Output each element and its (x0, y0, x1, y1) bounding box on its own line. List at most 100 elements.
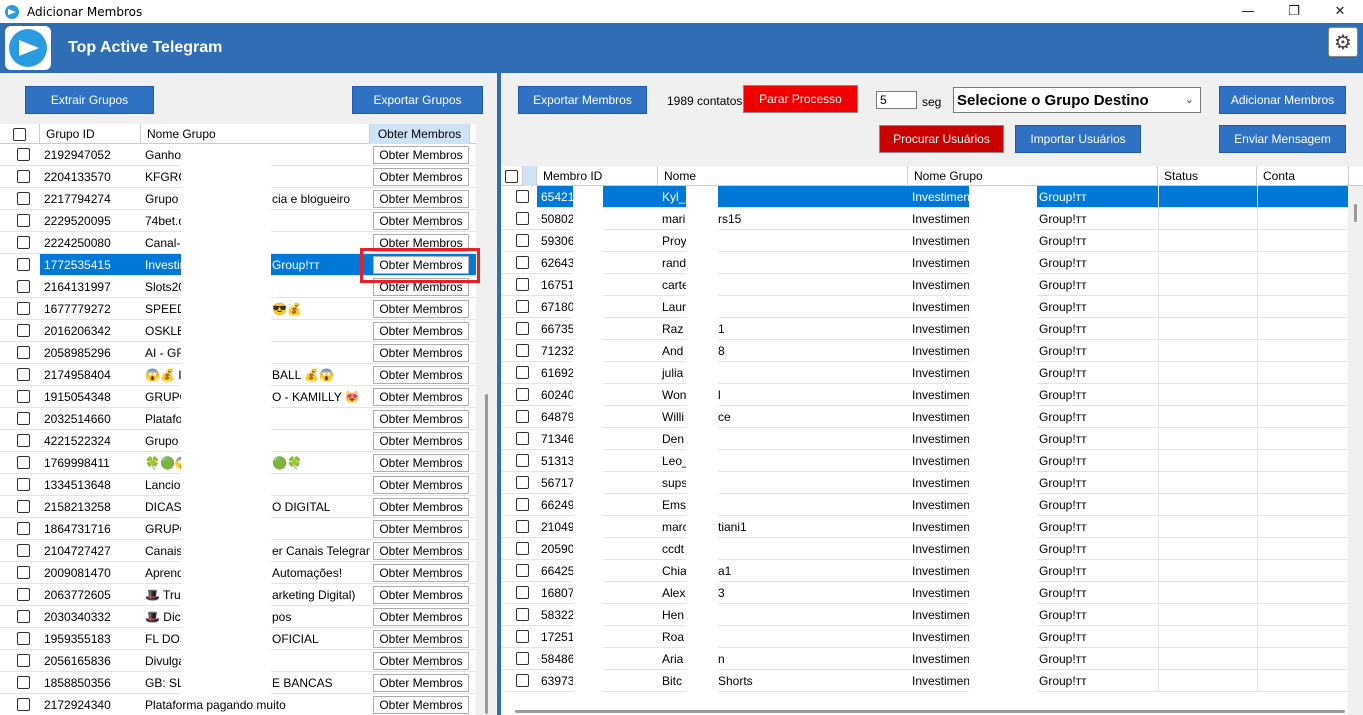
obter-membros-button[interactable]: Obter Membros (373, 410, 469, 428)
member-checkbox[interactable] (516, 674, 529, 687)
member-checkbox-cell[interactable] (501, 538, 537, 560)
row-checkbox[interactable] (16, 478, 30, 491)
member-checkbox[interactable] (516, 212, 529, 225)
member-checkbox-cell[interactable] (501, 296, 537, 318)
member-checkbox[interactable] (516, 542, 529, 555)
obter-membros-button[interactable]: Obter Membros (373, 674, 469, 692)
obter-membros-button[interactable]: Obter Membros (373, 586, 469, 604)
obter-membros-button[interactable]: Obter Membros (373, 630, 469, 648)
obter-membros-button[interactable]: Obter Membros (373, 696, 469, 714)
row-checkbox[interactable] (16, 500, 30, 513)
member-checkbox[interactable] (516, 586, 529, 599)
members-table-row[interactable]: 713461 Den Investimenti Group!ᴛᴛ (501, 427, 1348, 450)
member-checkbox[interactable] (516, 388, 529, 401)
select-all-checkbox[interactable] (13, 127, 26, 141)
obter-membros-button[interactable]: Obter Membros (373, 212, 469, 230)
member-checkbox[interactable] (516, 608, 529, 621)
members-table-row[interactable]: 712327 And 8 Investimenti Group!ᴛᴛ (501, 339, 1348, 362)
members-table-row[interactable]: 168078 Alex 3 Investimenti Group!ᴛᴛ (501, 581, 1348, 604)
member-checkbox-cell[interactable] (501, 208, 537, 230)
member-checkbox-cell[interactable] (501, 494, 537, 516)
row-checkbox[interactable] (16, 170, 30, 183)
row-checkbox[interactable] (16, 236, 30, 249)
row-checkbox-cell[interactable] (0, 562, 40, 584)
member-checkbox[interactable] (516, 564, 529, 577)
row-checkbox[interactable] (16, 676, 30, 689)
export-groups-button[interactable]: Exportar Grupos (352, 86, 483, 114)
row-checkbox[interactable] (16, 346, 30, 359)
obter-membros-button[interactable]: Obter Membros (373, 366, 469, 384)
seconds-input[interactable]: 5 (876, 91, 917, 109)
row-checkbox-cell[interactable] (0, 606, 40, 628)
members-table-row[interactable]: 626436 rand Investimenti Group!ᴛᴛ (501, 251, 1348, 274)
col-obter-membros[interactable]: Obter Membros (370, 124, 470, 144)
minimize-button[interactable]: — (1225, 0, 1271, 23)
row-checkbox-cell[interactable] (0, 540, 40, 562)
row-checkbox[interactable] (16, 434, 30, 447)
members-table-row[interactable]: 602401 Won l Investimenti Group!ᴛᴛ (501, 383, 1348, 406)
member-checkbox-cell[interactable] (501, 362, 537, 384)
maximize-button[interactable]: ❐ (1271, 0, 1317, 23)
row-checkbox[interactable] (16, 148, 30, 161)
obter-membros-button[interactable]: Obter Membros (373, 564, 469, 582)
members-select-all-checkbox[interactable] (505, 169, 518, 183)
member-checkbox-cell[interactable] (501, 560, 537, 582)
row-checkbox-cell[interactable] (0, 144, 40, 166)
member-checkbox-cell[interactable] (501, 384, 537, 406)
row-checkbox-cell[interactable] (0, 386, 40, 408)
member-checkbox-cell[interactable] (501, 428, 537, 450)
member-checkbox-cell[interactable] (501, 472, 537, 494)
members-table-row[interactable]: 648798 Willi ce Investimenti Group!ᴛᴛ (501, 405, 1348, 428)
obter-membros-button[interactable]: Obter Membros (373, 344, 469, 362)
obter-membros-button[interactable]: Obter Membros (373, 454, 469, 472)
member-checkbox[interactable] (516, 322, 529, 335)
row-checkbox-cell[interactable] (0, 496, 40, 518)
search-users-button[interactable]: Procurar Usuários (879, 125, 1004, 153)
row-checkbox-cell[interactable] (0, 298, 40, 320)
member-checkbox-cell[interactable] (501, 318, 537, 340)
members-table-row[interactable]: 616927 julia Investimenti Group!ᴛᴛ (501, 361, 1348, 384)
col-nome[interactable]: Nome (658, 166, 908, 186)
row-checkbox[interactable] (16, 588, 30, 601)
row-checkbox[interactable] (16, 456, 30, 469)
member-checkbox[interactable] (516, 520, 529, 533)
add-members-button[interactable]: Adicionar Membros (1219, 86, 1346, 114)
member-checkbox-cell[interactable] (501, 185, 537, 208)
col-conta[interactable]: Conta (1257, 166, 1349, 186)
row-checkbox[interactable] (16, 302, 30, 315)
member-checkbox-cell[interactable] (501, 648, 537, 670)
member-checkbox[interactable] (516, 300, 529, 313)
row-checkbox-cell[interactable] (0, 672, 40, 694)
obter-membros-button[interactable]: Obter Membros (373, 520, 469, 538)
obter-membros-button[interactable]: Obter Membros (373, 300, 469, 318)
row-checkbox[interactable] (16, 632, 30, 645)
row-checkbox[interactable] (16, 258, 30, 271)
obter-membros-button[interactable]: Obter Membros (373, 608, 469, 626)
members-select-all-cell[interactable] (501, 166, 523, 186)
row-checkbox-cell[interactable] (0, 694, 40, 715)
member-checkbox[interactable] (516, 278, 529, 291)
obter-membros-button[interactable]: Obter Membros (373, 542, 469, 560)
members-table-row[interactable]: 662493 Ems Investimenti Group!ᴛᴛ (501, 493, 1348, 516)
select-all-checkbox-cell[interactable] (0, 124, 40, 144)
member-checkbox-cell[interactable] (501, 340, 537, 362)
row-checkbox-cell[interactable] (0, 166, 40, 188)
row-checkbox-cell[interactable] (0, 628, 40, 650)
member-checkbox[interactable] (516, 344, 529, 357)
row-checkbox-cell[interactable] (0, 232, 40, 254)
member-checkbox-cell[interactable] (501, 670, 537, 692)
member-checkbox-cell[interactable] (501, 582, 537, 604)
export-members-button[interactable]: Exportar Membros (518, 86, 647, 114)
obter-membros-button[interactable]: Obter Membros (373, 432, 469, 450)
member-checkbox[interactable] (516, 190, 529, 203)
members-table-row[interactable]: 664250 Chia a1 Investimenti Group!ᴛᴛ (501, 559, 1348, 582)
members-scrollbar-thumb[interactable] (1354, 204, 1357, 222)
row-checkbox-cell[interactable] (0, 408, 40, 430)
row-checkbox[interactable] (16, 654, 30, 667)
destination-group-select[interactable]: Selecione o Grupo Destino ⌄ (953, 87, 1201, 113)
row-checkbox[interactable] (16, 214, 30, 227)
member-checkbox[interactable] (516, 256, 529, 269)
stop-process-button[interactable]: Parar Processo (743, 85, 858, 113)
row-checkbox[interactable] (16, 280, 30, 293)
row-checkbox[interactable] (16, 390, 30, 403)
